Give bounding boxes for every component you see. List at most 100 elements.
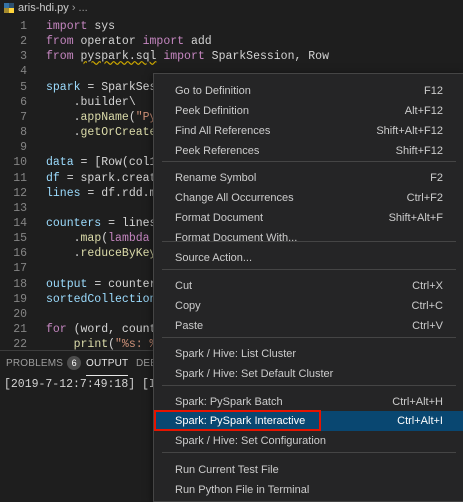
code-token: df — [46, 171, 60, 185]
menu-item-shortcut: Ctrl+F2 — [406, 192, 443, 204]
menu-separator — [162, 269, 456, 270]
code-token: sys — [87, 20, 116, 33]
menu-item-label: Paste — [175, 320, 204, 332]
menu-item-shortcut: Shift+F12 — [395, 145, 443, 157]
tab-problems-label: PROBLEMS — [6, 358, 64, 369]
menu-item-find-all-references[interactable]: Find All References Shift+Alt+F12 — [154, 121, 463, 141]
menu-item-label: Spark / Hive: Set Configuration — [175, 435, 327, 447]
menu-item-run-python-file-in-terminal[interactable]: Run Python File in Terminal — [154, 480, 463, 500]
tab-output-label: OUTPUT — [86, 358, 129, 369]
menu-item-label: Change All Occurrences — [175, 192, 294, 204]
code-token: . — [46, 232, 81, 246]
menu-item-label: Copy — [175, 300, 201, 312]
menu-item-label: Peek Definition — [175, 105, 249, 117]
menu-item-label: Go to Definition — [175, 85, 251, 97]
menu-item-copy[interactable]: Copy Ctrl+C — [154, 296, 463, 316]
highlight-annotation-box — [154, 410, 321, 431]
menu-item-spark-list-cluster[interactable]: Spark / Hive: List Cluster — [154, 344, 463, 364]
code-token: map — [80, 232, 102, 246]
tab-filename[interactable]: aris-hdi.py — [18, 2, 69, 14]
menu-separator — [162, 452, 456, 453]
menu-item-shortcut: Alt+F12 — [404, 105, 443, 117]
menu-item-shortcut: Ctrl+V — [412, 320, 443, 332]
menu-item-shortcut: Ctrl+Alt+H — [392, 396, 443, 408]
code-token: pyspark.sql — [80, 50, 157, 64]
menu-item-cut[interactable]: Cut Ctrl+X — [154, 276, 463, 296]
code-token: counters — [46, 216, 102, 230]
code-token: data — [46, 156, 74, 170]
line-number: 22 — [13, 338, 27, 350]
menu-item-paste[interactable]: Paste Ctrl+V — [154, 316, 463, 336]
breadcrumb-separator: › — [71, 2, 76, 14]
menu-item-rename-symbol[interactable]: Rename Symbol F2 — [154, 168, 463, 188]
menu-item-shortcut: Ctrl+X — [412, 280, 443, 292]
editor-tab[interactable]: aris-hdi.py › ... — [0, 0, 463, 16]
menu-item-label: Source Action... — [175, 252, 253, 264]
code-token: SparkSession, Row — [204, 50, 329, 64]
code-token: sortedCollection — [46, 292, 157, 306]
code-token: output — [46, 277, 88, 291]
code-token: getOrCreate — [80, 126, 157, 140]
code-token: print — [73, 338, 109, 350]
code-token: . — [46, 110, 81, 124]
menu-separator — [162, 241, 456, 242]
code-token: add — [184, 35, 212, 49]
menu-item-run-current-test-file[interactable]: Run Current Test File — [154, 460, 463, 480]
menu-item-shortcut: Shift+Alt+F — [388, 212, 443, 224]
menu-item-label: Find All References — [175, 125, 271, 137]
menu-item-shortcut: Shift+Alt+F12 — [376, 125, 443, 137]
menu-item-label: Run Current Test File — [175, 464, 279, 476]
code-token: from — [46, 50, 74, 64]
menu-item-go-to-definition[interactable]: Go to Definition F12 — [154, 81, 463, 101]
breadcrumb-ellipsis[interactable]: ... — [79, 2, 88, 14]
menu-item-label: Spark / Hive: List Cluster — [175, 348, 297, 360]
code-token: spark — [46, 80, 81, 94]
code-token: from — [46, 35, 74, 49]
code-token: for — [46, 323, 67, 336]
tab-problems[interactable]: PROBLEMS 6 — [6, 351, 82, 376]
code-token: import — [142, 35, 185, 49]
menu-separator — [162, 385, 456, 386]
menu-item-shortcut: Ctrl+C — [411, 300, 443, 312]
menu-item-change-all-occurrences[interactable]: Change All Occurrences Ctrl+F2 — [154, 188, 463, 208]
menu-item-source-action[interactable]: Source Action... — [154, 248, 463, 268]
breadcrumb[interactable]: aris-hdi.py › ... — [18, 0, 88, 16]
menu-item-spark-set-configuration[interactable]: Spark / Hive: Set Configuration — [154, 431, 463, 451]
code-token: import — [163, 50, 205, 64]
code-token: = [Row(col1= — [73, 156, 164, 170]
menu-item-label: Cut — [175, 280, 193, 292]
menu-item-format-document[interactable]: Format Document Shift+Alt+F — [154, 208, 463, 228]
problems-count-badge: 6 — [67, 356, 82, 370]
code-token: . — [46, 247, 81, 261]
menu-item-shortcut: F12 — [424, 85, 443, 97]
menu-separator — [162, 337, 456, 338]
code-token: = SparkSess — [80, 80, 164, 94]
menu-item-label: Run Python File in Terminal — [175, 484, 310, 496]
code-token: .builder\ — [46, 95, 136, 109]
code-token: . — [46, 126, 81, 140]
code-token: lambda — [108, 232, 150, 246]
menu-item-peek-references[interactable]: Peek References Shift+F12 — [154, 141, 463, 161]
menu-item-format-document-with[interactable]: Format Document With... — [154, 228, 463, 248]
output-log-line: [2019-7-12:7:49:18] [Inf — [4, 378, 170, 391]
menu-item-spark-set-default-cluster[interactable]: Spark / Hive: Set Default Cluster — [154, 364, 463, 384]
menu-item-label: Format Document — [175, 212, 264, 224]
menu-item-label: Rename Symbol — [175, 172, 257, 184]
menu-item-shortcut: F2 — [430, 172, 443, 184]
context-menu: Go to Definition F12 Peek Definition Alt+F1… — [153, 73, 463, 502]
code-token: ( — [128, 110, 136, 124]
code-token: = counters — [87, 277, 164, 291]
tab-output[interactable]: OUTPUT — [86, 351, 129, 376]
menu-item-peek-definition[interactable]: Peek Definition Alt+F12 — [154, 101, 463, 121]
menu-separator — [162, 161, 456, 162]
menu-item-label: Format Document With... — [175, 232, 298, 244]
code-token: ( — [108, 338, 116, 350]
menu-item-shortcut: Ctrl+Alt+I — [397, 415, 443, 427]
python-file-icon — [4, 3, 14, 13]
menu-item-label: Peek References — [175, 145, 260, 157]
code-token: operator — [73, 35, 143, 49]
menu-item-pyspark-batch[interactable]: Spark: PySpark Batch Ctrl+Alt+H — [154, 392, 463, 412]
code-text[interactable]: print("%s: %i — [46, 335, 164, 350]
